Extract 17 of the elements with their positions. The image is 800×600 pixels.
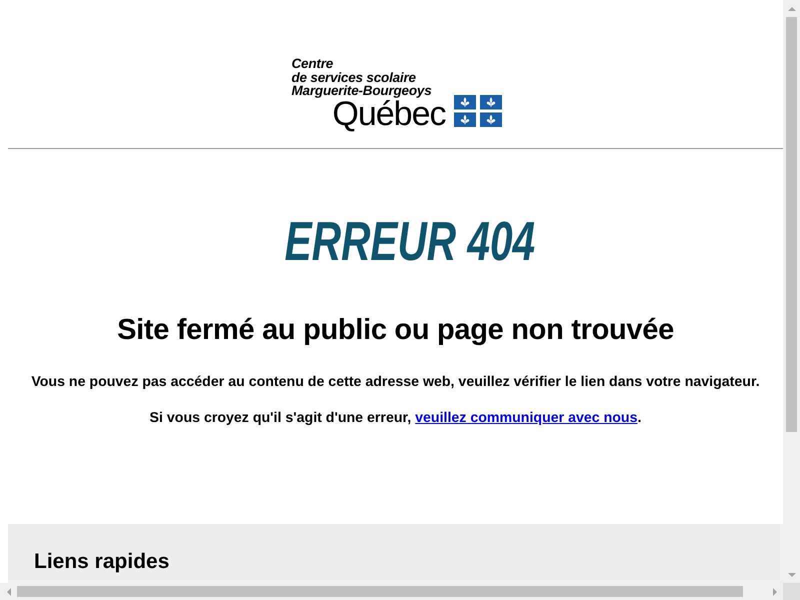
error-title: ERREUR 404 xyxy=(284,214,535,270)
contact-link[interactable]: veuillez communiquer avec nous xyxy=(415,410,638,426)
logo-text: de services scolaire xyxy=(292,70,417,84)
scroll-left-arrow-icon[interactable] xyxy=(4,586,12,596)
flag-icon xyxy=(454,94,502,126)
contact-text: Si vous croyez qu'il s'agit d'une erreur, veuillez communiquer avec nous. xyxy=(148,408,642,428)
quick-links-title: Liens rapides xyxy=(34,548,170,574)
error-heading: Site fermé au public ou page non trouvée xyxy=(116,312,675,348)
scrollbar-thumb[interactable] xyxy=(17,586,743,597)
scroll-up-arrow-icon[interactable] xyxy=(786,4,796,12)
logo-text: Marguerite-Bourgeoys xyxy=(292,84,433,98)
logo-text: Centre xyxy=(292,57,334,70)
scroll-down-arrow-icon[interactable] xyxy=(786,570,796,578)
logo-wordmark: Québec xyxy=(332,98,446,130)
scrollbar-thumb[interactable] xyxy=(786,17,797,432)
error-message: Vous ne pouvez pas accéder au contenu de cette adresse web, veuillez vérifier le lien dans votre navigateur. xyxy=(30,372,761,392)
scroll-right-arrow-icon[interactable] xyxy=(770,586,778,596)
